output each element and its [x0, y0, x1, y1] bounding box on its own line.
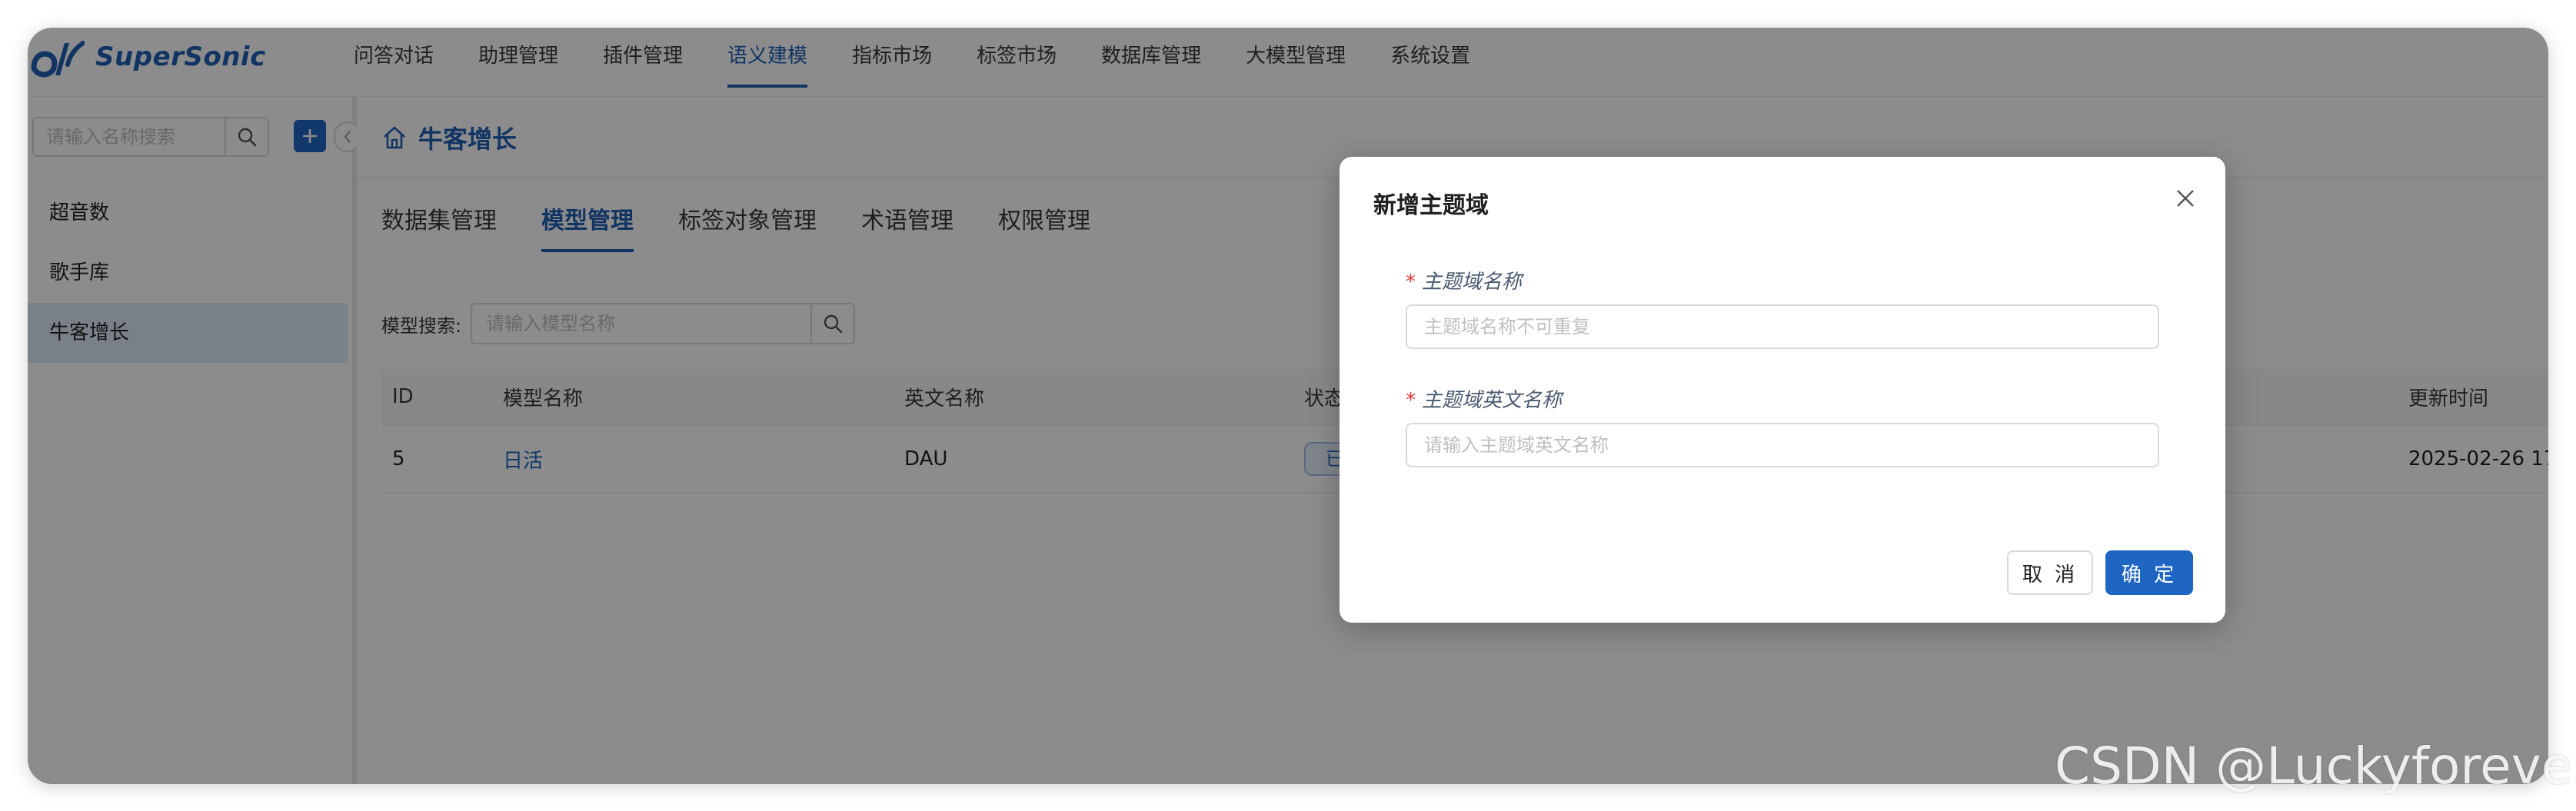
dialog-title: 新增主题域 — [1373, 192, 1489, 219]
required-mark: * — [1406, 271, 1416, 294]
domain-name-input[interactable] — [1406, 304, 2159, 349]
domain-en-name-label: * 主题域英文名称 — [1406, 389, 1563, 412]
close-icon — [2177, 190, 2194, 207]
close-button[interactable] — [2172, 184, 2199, 212]
cancel-button[interactable]: 取 消 — [2007, 550, 2093, 595]
watermark: CSDN @Luckyforever%- — [2055, 736, 2576, 796]
confirm-button[interactable]: 确 定 — [2105, 550, 2193, 595]
domain-name-label: * 主题域名称 — [1406, 271, 1523, 294]
app-window: SuperSonic 问答对话 助理管理 插件管理 语义建模 指标市场 标签市场… — [28, 28, 2548, 784]
domain-en-name-input[interactable] — [1406, 423, 2159, 467]
add-domain-dialog: 新增主题域 *主题域名称 *主题域英文名称 取 消 确 定 — [1340, 157, 2225, 623]
required-mark: * — [1406, 389, 1416, 412]
